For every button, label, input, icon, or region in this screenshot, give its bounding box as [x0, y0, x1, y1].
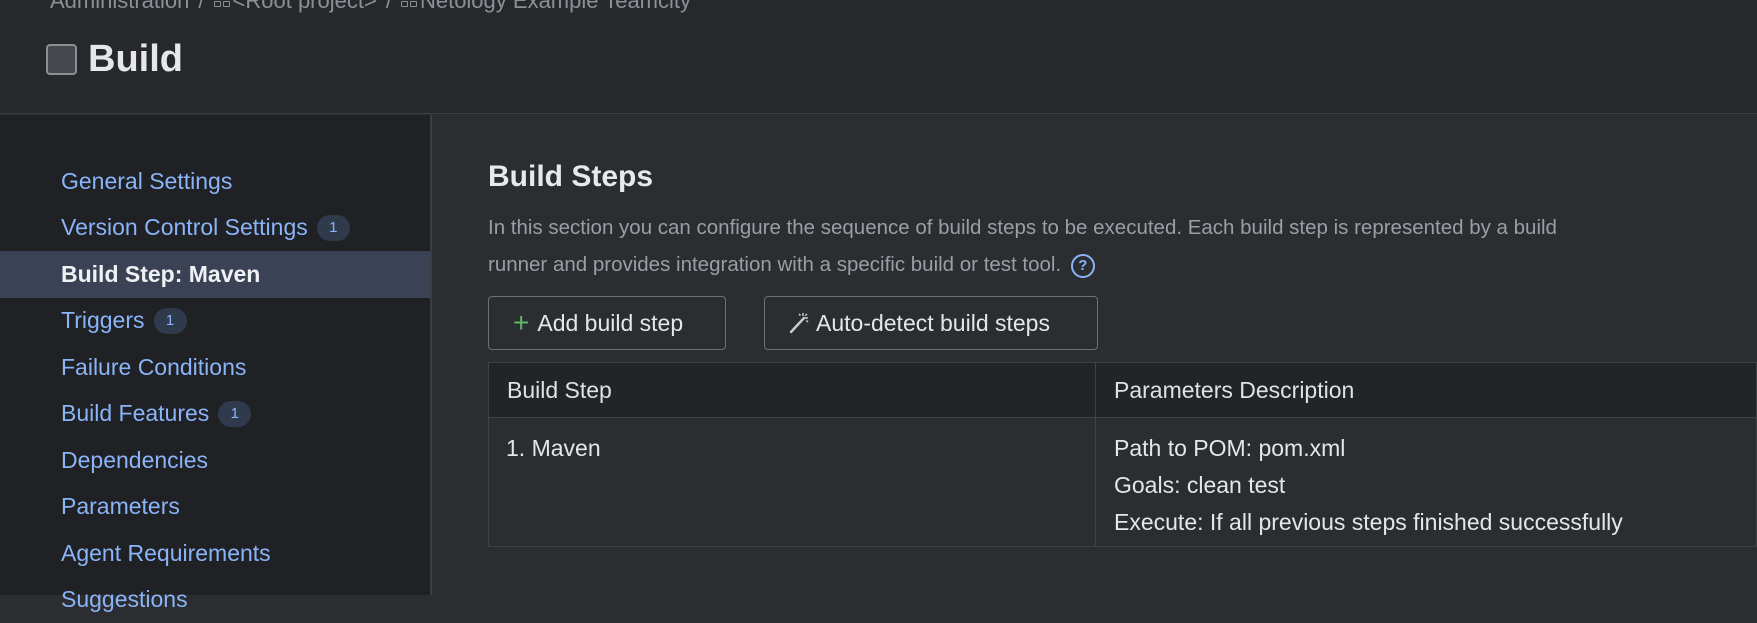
description-text: In this section you can configure the se… — [488, 216, 1557, 276]
param-line: Path to POM: pom.xml — [1114, 430, 1757, 467]
project-icon — [214, 1, 230, 7]
sidebar-item-label: General Settings — [61, 168, 232, 195]
auto-detect-build-steps-button[interactable]: Auto-detect build steps — [764, 296, 1098, 350]
count-badge: 1 — [154, 308, 187, 334]
column-header-build-step: Build Step — [489, 363, 1095, 418]
help-icon[interactable]: ? — [1071, 254, 1095, 278]
settings-sidebar: General Settings Version Control Setting… — [0, 115, 432, 595]
magic-wand-icon — [788, 312, 810, 334]
sidebar-item-parameters[interactable]: Parameters — [0, 484, 430, 531]
page-header: Administration / <Root project> / Netolo… — [0, 0, 1757, 114]
page-title: Build — [46, 38, 183, 81]
plus-icon: + — [513, 309, 529, 337]
count-badge: 1 — [317, 215, 350, 241]
sidebar-item-label: Dependencies — [61, 447, 208, 474]
section-description: In this section you can configure the se… — [488, 209, 1618, 283]
sidebar-item-label: Version Control Settings — [61, 214, 308, 241]
settings-nav: General Settings Version Control Setting… — [0, 158, 430, 623]
sidebar-item-suggestions[interactable]: Suggestions — [0, 577, 430, 623]
sidebar-item-label: Build Features — [61, 400, 209, 427]
breadcrumb-separator: / — [198, 0, 204, 14]
sidebar-item-label: Build Step: Maven — [61, 261, 260, 288]
sidebar-item-build-step-maven[interactable]: Build Step: Maven — [0, 251, 430, 298]
add-build-step-label: Add build step — [537, 310, 683, 337]
sidebar-item-build-features[interactable]: Build Features 1 — [0, 391, 430, 438]
breadcrumb-netology-project[interactable]: Netology Example Teamcity — [420, 0, 691, 14]
sidebar-item-label: Parameters — [61, 493, 180, 520]
parameters-description: Path to POM: pom.xml Goals: clean test E… — [1095, 418, 1757, 547]
breadcrumb-root-project[interactable]: <Root project> — [233, 0, 377, 14]
sidebar-item-triggers[interactable]: Triggers 1 — [0, 298, 430, 345]
sidebar-item-general-settings[interactable]: General Settings — [0, 158, 430, 205]
sidebar-item-label: Failure Conditions — [61, 354, 246, 381]
add-build-step-button[interactable]: + Add build step — [488, 296, 726, 350]
breadcrumb-administration[interactable]: Administration — [50, 0, 189, 14]
page-title-text: Build — [88, 38, 183, 81]
sidebar-item-label: Triggers — [61, 307, 145, 334]
build-step-name[interactable]: 1. Maven — [489, 418, 1095, 547]
sidebar-item-label: Suggestions — [61, 586, 188, 613]
table-header: Build Step Parameters Description — [489, 363, 1756, 418]
sidebar-item-label: Agent Requirements — [61, 540, 271, 567]
sidebar-item-version-control-settings[interactable]: Version Control Settings 1 — [0, 205, 430, 252]
sidebar-item-agent-requirements[interactable]: Agent Requirements — [0, 530, 430, 577]
sidebar-item-dependencies[interactable]: Dependencies — [0, 437, 430, 484]
build-steps-table: Build Step Parameters Description 1. Mav… — [488, 362, 1757, 547]
breadcrumb-separator: / — [386, 0, 392, 14]
project-icon — [401, 1, 417, 7]
section-title: Build Steps — [488, 160, 653, 194]
breadcrumb: Administration / <Root project> / Netolo… — [50, 0, 691, 14]
auto-detect-label: Auto-detect build steps — [816, 310, 1050, 337]
count-badge: 1 — [218, 401, 251, 427]
param-line: Goals: clean test — [1114, 467, 1757, 504]
build-configuration-icon — [46, 44, 77, 75]
sidebar-item-failure-conditions[interactable]: Failure Conditions — [0, 344, 430, 391]
column-header-parameters-description: Parameters Description — [1095, 363, 1757, 418]
param-line: Execute: If all previous steps finished … — [1114, 504, 1757, 541]
